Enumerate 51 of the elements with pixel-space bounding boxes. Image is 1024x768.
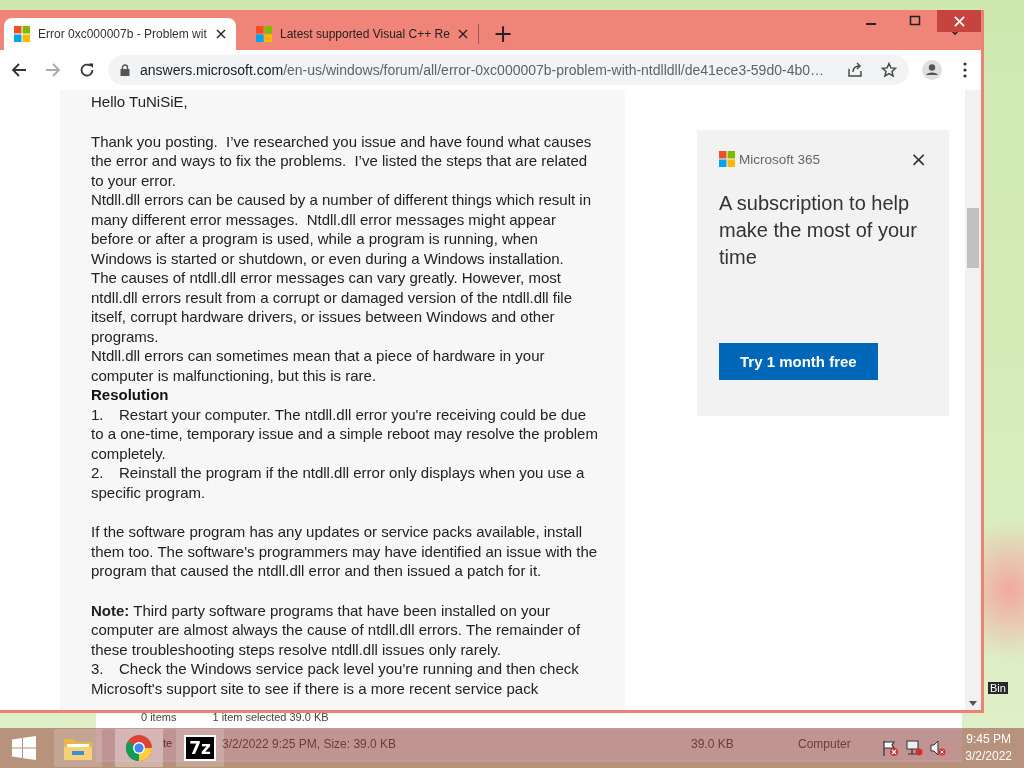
- details-text: Computer: [798, 737, 851, 751]
- flag-icon[interactable]: [881, 739, 900, 757]
- address-bar[interactable]: answers.microsoft.com/en-us/windows/forum/all/error-0xc000007b-problem-with-ntdlldll/de41ece3-59d0-4b0…: [108, 55, 909, 85]
- back-arrow-icon[interactable]: [11, 62, 27, 78]
- windows-logo-icon: [256, 26, 272, 42]
- close-icon[interactable]: [458, 29, 468, 39]
- paragraph: Note: Third party software programs that have been installed on your computer are almost always the cause of ntdll.dll errors. The remainder of these troubleshooting steps resolve ntdll.dll issues only rarely.: [91, 600, 582, 659]
- paragraph: Hello TuNiSiE,: [91, 92, 189, 112]
- status-text: 0 items: [141, 711, 177, 725]
- paragraph: Ntdll.dll errors can be caused by a number of different things which result in many different error messages. Ntdll.dll error messages might appear before or after a program is used, while a program is running, when Windows is started or shutdown, or even during a Windows installation.: [91, 190, 592, 268]
- close-button[interactable]: [937, 10, 981, 32]
- windows-logo-icon: [14, 26, 30, 42]
- trial-button[interactable]: Try 1 month free: [719, 343, 878, 380]
- paragraph: If the software program has any updates or service packs available, install them too. The software's programmers may have identified an issue with the program that caused the ntdll.dll error and then issued a patch for it.: [91, 522, 599, 581]
- details-text: 39.0 KB: [691, 737, 734, 751]
- taskbar-button[interactable]: [54, 729, 102, 767]
- app-logo: 7z: [184, 735, 216, 761]
- paragraph: Thank you posting. I’ve researched you issue and have found what causes the error and ways to fix the problems. I’ve listed the steps that are related to your error.: [91, 131, 593, 190]
- scrollbar-thumb[interactable]: [967, 208, 979, 268]
- status-text: 1 item selected 39.0 KB: [212, 711, 329, 725]
- close-icon[interactable]: [216, 29, 226, 39]
- star-icon[interactable]: [881, 62, 897, 78]
- paragraph: Ntdll.dll errors can sometimes mean that a piece of hardware in your computer is malfunctioning, but this is rare.: [91, 346, 546, 385]
- maximize-icon[interactable]: [909, 15, 921, 27]
- menu-icon[interactable]: [963, 62, 967, 78]
- network-icon[interactable]: [905, 739, 924, 757]
- lock-icon: [120, 64, 130, 76]
- step-paragraph: 3. Check the Windows service pack level you're running and then check Microsoft's support site to see if there is a more recent service pack: [91, 659, 580, 698]
- windows-logo-icon: [719, 151, 735, 167]
- profile-icon[interactable]: [922, 60, 942, 80]
- browser-tab[interactable]: Latest supported Visual C++ Re: [246, 18, 478, 50]
- windows-start-icon[interactable]: [12, 736, 36, 760]
- scroll-down-arrow-icon[interactable]: [969, 701, 977, 706]
- details-text: 3/2/2022 9:25 PM, Size: 39.0 KB: [222, 737, 397, 751]
- paragraph: The causes of ntdll.dll error messages can vary greatly. However, most ntdll.dll errors result from a corrupt or damaged version of the ntdll.dll file itself, corrupt hardware drivers, or issues between Windows and other programs.: [91, 268, 574, 346]
- new-tab-button[interactable]: +: [485, 18, 522, 50]
- details-text: te: [163, 737, 173, 749]
- close-button[interactable]: ×: [910, 150, 927, 168]
- step-paragraph: 1. Restart your computer. The ntdll.dll error you're receiving could be due to a one-time, temporary issue and a simple reboot may resolve the problem completely.: [91, 404, 599, 463]
- reload-icon[interactable]: [79, 62, 95, 78]
- share-icon[interactable]: [847, 62, 863, 78]
- speaker-muted-icon[interactable]: [929, 739, 948, 757]
- scrollbar[interactable]: [965, 90, 981, 710]
- browser-tab[interactable]: Error 0xc000007b - Problem wit: [4, 18, 236, 50]
- brand-name: Microsoft 365: [739, 151, 821, 167]
- taskbar-button[interactable]: [115, 729, 163, 767]
- desktop-icon-label[interactable]: Bin: [988, 682, 1008, 694]
- ad-headline: A subscription to help make the most of your time: [719, 191, 918, 270]
- section-heading: Resolution: [91, 385, 170, 405]
- taskbar-button[interactable]: 7z: [176, 729, 224, 767]
- step-paragraph: 2. Reinstall the program if the ntdll.dll error only displays when you use a specific program.: [91, 463, 586, 502]
